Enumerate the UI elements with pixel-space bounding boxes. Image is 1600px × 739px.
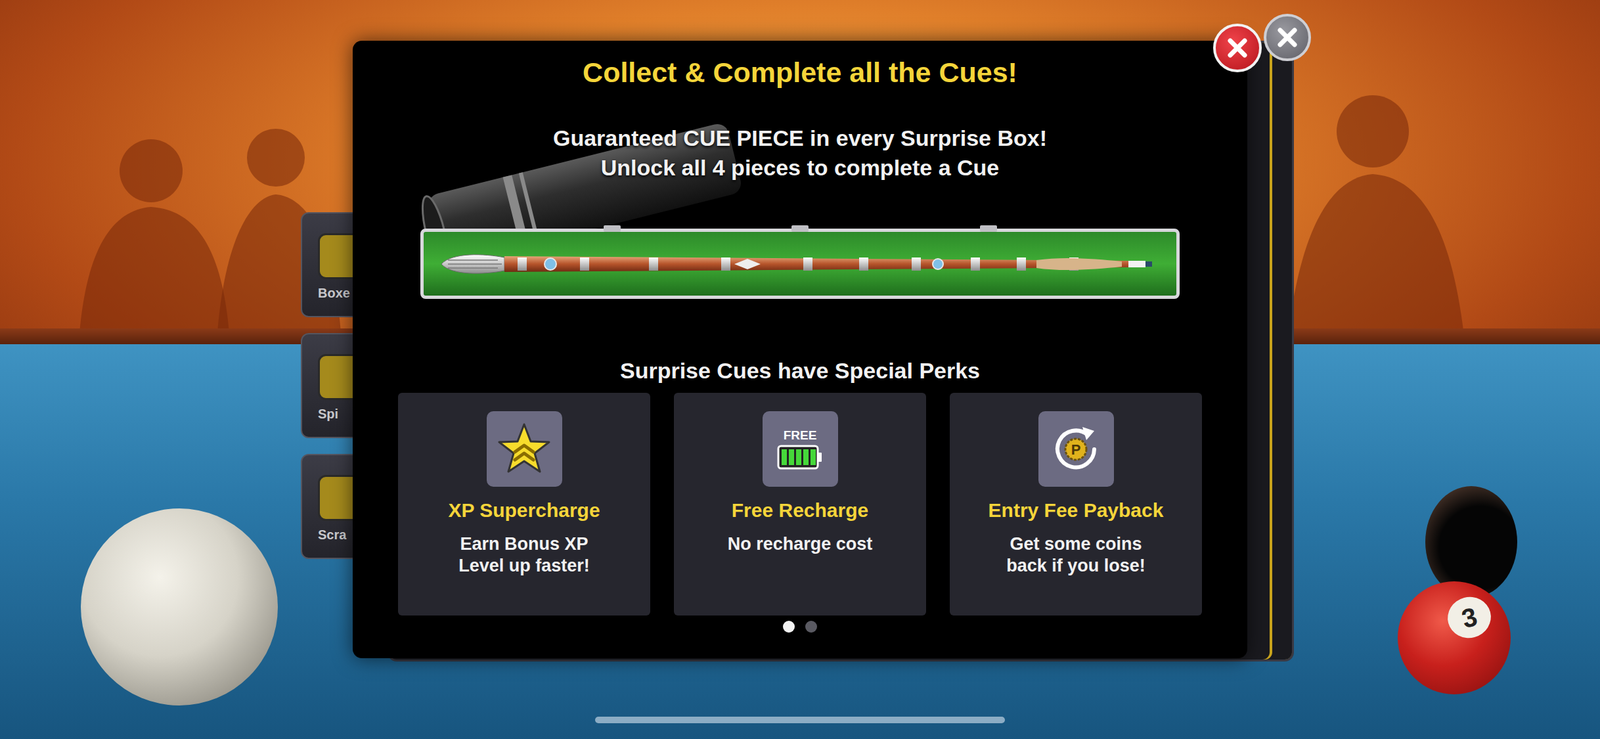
dialog-title: Collect & Complete all the Cues! <box>582 55 1018 90</box>
battery-icon <box>777 444 823 470</box>
home-indicator[interactable] <box>595 716 1005 724</box>
description-line: back if you lose! <box>1006 555 1146 577</box>
background-close-button[interactable] <box>1263 13 1312 62</box>
side-menu-item[interactable]: Spi <box>300 333 360 439</box>
svg-text:P: P <box>1071 441 1082 458</box>
free-label: FREE <box>783 428 818 443</box>
perks-heading: Surprise Cues have Special Perks <box>620 356 980 385</box>
description-line: No recharge cost <box>727 533 873 556</box>
game-screen: 3 Boxe Spi Scra Collect & Complete all the C… <box>0 0 1600 739</box>
dialog-subtitle: Guaranteed CUE PIECE in every Surprise B… <box>553 123 1047 183</box>
side-menu-item[interactable]: Scra <box>300 453 360 559</box>
tray-divider <box>979 225 998 232</box>
description-line: Earn Bonus XP <box>459 533 588 556</box>
perk-card: FREE Free Recharge No recharge cost <box>673 392 927 616</box>
perk-description: Earn Bonus XPLevel up faster! <box>458 533 590 577</box>
close-button[interactable] <box>1213 23 1262 73</box>
dialog-layer: Collect & Complete all the Cues! Guarante… <box>0 0 1600 739</box>
tray-divider <box>791 225 809 232</box>
perk-cards: XP Supercharge Earn Bonus XPLevel up fast… <box>398 392 1202 616</box>
side-menu: Boxe Spi Scra <box>300 212 360 559</box>
xp-star-icon <box>496 421 552 477</box>
table-pocket <box>1425 486 1518 598</box>
page-dot[interactable] <box>782 620 795 633</box>
perk-title: XP Supercharge <box>447 498 600 523</box>
perk-description: No recharge cost <box>727 533 873 556</box>
description-line: Level up faster! <box>458 555 590 577</box>
perk-title: Entry Fee Payback <box>988 498 1164 523</box>
payback-icon: P <box>1048 421 1104 477</box>
cues-dialog: Collect & Complete all the Cues! Guarante… <box>352 40 1248 659</box>
tray-divider <box>603 225 621 232</box>
perk-title: Free Recharge <box>731 498 869 523</box>
perk-card: P Entry Fee Payback Get some coinsback if … <box>949 392 1202 616</box>
page-dot[interactable] <box>805 620 818 633</box>
cue-ball <box>80 508 278 706</box>
object-ball: 3 <box>1397 581 1511 695</box>
perk-icon-box: P <box>1038 411 1114 487</box>
close-icon <box>1276 26 1299 49</box>
cue-tray <box>420 228 1180 299</box>
perk-description: Get some coinsback if you lose! <box>1006 533 1146 577</box>
page-dots <box>782 620 818 633</box>
description-line: Get some coins <box>1009 533 1142 556</box>
close-icon <box>1226 36 1249 60</box>
ball-number: 3 <box>1443 592 1496 644</box>
side-menu-item[interactable]: Boxe <box>300 212 360 318</box>
perk-card: XP Supercharge Earn Bonus XPLevel up fast… <box>398 392 651 616</box>
subtitle-line: Unlock all 4 pieces to complete a Cue <box>600 153 1000 183</box>
perk-icon-box: FREE <box>762 411 839 487</box>
perk-icon-box <box>486 411 563 487</box>
cue-drawing <box>438 246 1162 282</box>
subtitle-line: Guaranteed CUE PIECE in every Surprise B… <box>553 123 1047 154</box>
